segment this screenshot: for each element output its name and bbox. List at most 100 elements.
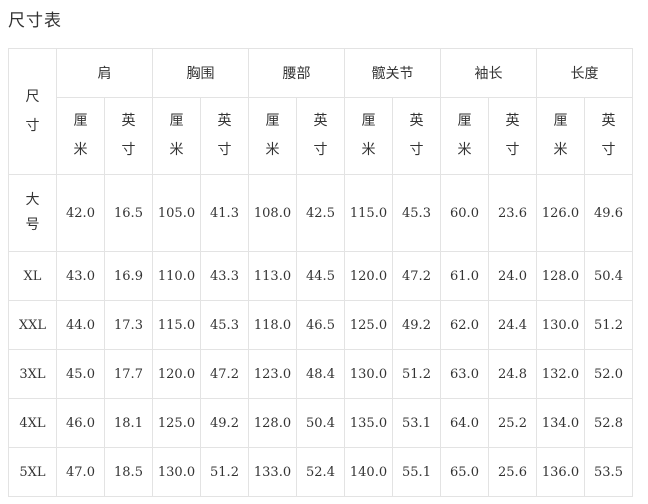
group-header-shoulder: 肩 [56,48,153,98]
value-cell-cm: 105.0 [152,174,201,252]
group-header-chest: 胸围 [152,48,249,98]
unit-char: 寸 [409,142,424,158]
unit-header-cm: 厘米 [152,97,201,175]
value-cell-cm: 47.0 [56,447,105,497]
unit-char: 厘 [169,113,184,129]
page-title: 尺寸表 [8,11,62,31]
size-header-char: 寸 [25,117,40,134]
unit-header-cm: 厘米 [440,97,489,175]
unit-header-inch: 英寸 [104,97,153,175]
unit-header-inch: 英寸 [392,97,441,175]
value-cell-cm: 45.0 [56,349,105,399]
table-row: 大号 42.0 16.5 105.0 41.3 108.0 42.5 115.0 45.3 60.… [8,174,633,252]
unit-header-inch: 英寸 [296,97,345,175]
value-cell-inch: 24.4 [488,300,537,350]
value-cell-cm: 134.0 [536,398,585,448]
value-cell-cm: 136.0 [536,447,585,497]
value-cell-cm: 113.0 [248,251,297,301]
unit-header-inch: 英寸 [584,97,633,175]
unit-header-inch: 英寸 [200,97,249,175]
value-cell-inch: 24.0 [488,251,537,301]
value-cell-inch: 49.2 [392,300,441,350]
size-label-cell: 大号 [8,174,57,252]
value-cell-inch: 25.2 [488,398,537,448]
size-label-char: 大 [25,192,40,208]
value-cell-cm: 132.0 [536,349,585,399]
value-cell-cm: 43.0 [56,251,105,301]
value-cell-cm: 61.0 [440,251,489,301]
header-row-groups: 尺 寸 肩 胸围 腰部 髋关节 袖长 长度 [8,48,633,175]
value-cell-cm: 108.0 [248,174,297,252]
unit-char: 厘 [457,113,472,129]
value-cell-inch: 51.2 [200,447,249,497]
value-cell-cm: 65.0 [440,447,489,497]
value-cell-cm: 44.0 [56,300,105,350]
value-cell-inch: 17.3 [104,300,153,350]
unit-char: 寸 [601,142,616,158]
value-cell-inch: 49.2 [200,398,249,448]
size-chart-table: 尺 寸 肩 胸围 腰部 髋关节 袖长 长度 厘米英寸厘米英寸厘米英寸厘米英寸厘米… [8,48,633,497]
unit-char: 米 [265,142,280,158]
unit-char: 寸 [217,142,232,158]
unit-char: 米 [361,142,376,158]
unit-char: 英 [313,113,328,129]
value-cell-cm: 126.0 [536,174,585,252]
unit-char: 英 [505,113,520,129]
size-label-cell: XXL [8,300,57,350]
size-label-char: 号 [25,217,40,233]
unit-char: 厘 [265,113,280,129]
group-header-waist: 腰部 [248,48,345,98]
value-cell-inch: 41.3 [200,174,249,252]
value-cell-cm: 130.0 [536,300,585,350]
value-cell-inch: 55.1 [392,447,441,497]
value-cell-inch: 45.3 [200,300,249,350]
value-cell-inch: 51.2 [584,300,633,350]
value-cell-inch: 51.2 [392,349,441,399]
value-cell-cm: 125.0 [152,398,201,448]
value-cell-cm: 60.0 [440,174,489,252]
unit-char: 米 [457,142,472,158]
size-header-cell: 尺 寸 [8,48,57,175]
value-cell-cm: 120.0 [344,251,393,301]
value-cell-inch: 16.9 [104,251,153,301]
value-cell-inch: 47.2 [200,349,249,399]
value-cell-inch: 18.5 [104,447,153,497]
value-cell-cm: 118.0 [248,300,297,350]
group-header-length: 长度 [536,48,633,98]
value-cell-inch: 42.5 [296,174,345,252]
unit-header-cm: 厘米 [248,97,297,175]
header-row-units: 厘米英寸厘米英寸厘米英寸厘米英寸厘米英寸厘米英寸 [9,97,633,175]
size-label-cell: 4XL [8,398,57,448]
table-row: 4XL 46.0 18.1 125.0 49.2 128.0 50.4 135.0 53.1 64… [8,398,633,448]
size-label-cell: XL [8,251,57,301]
value-cell-cm: 125.0 [344,300,393,350]
value-cell-cm: 110.0 [152,251,201,301]
value-cell-cm: 130.0 [152,447,201,497]
value-cell-cm: 128.0 [536,251,585,301]
value-cell-inch: 18.1 [104,398,153,448]
value-cell-inch: 53.5 [584,447,633,497]
unit-char: 厘 [361,113,376,129]
value-cell-inch: 46.5 [296,300,345,350]
unit-char: 寸 [505,142,520,158]
value-cell-inch: 53.1 [392,398,441,448]
unit-header-cm: 厘米 [344,97,393,175]
value-cell-inch: 17.7 [104,349,153,399]
table-row: 3XL 45.0 17.7 120.0 47.2 123.0 48.4 130.0 51.2 63… [8,349,633,399]
value-cell-cm: 140.0 [344,447,393,497]
table-row: XL 43.0 16.9 110.0 43.3 113.0 44.5 120.0 47.2 61.… [8,251,633,301]
value-cell-inch: 44.5 [296,251,345,301]
value-cell-inch: 49.6 [584,174,633,252]
value-cell-inch: 50.4 [584,251,633,301]
value-cell-cm: 42.0 [56,174,105,252]
value-cell-inch: 45.3 [392,174,441,252]
value-cell-cm: 64.0 [440,398,489,448]
value-cell-cm: 123.0 [248,349,297,399]
value-cell-inch: 52.8 [584,398,633,448]
unit-header-cm: 厘米 [536,97,585,175]
unit-char: 米 [553,142,568,158]
value-cell-cm: 120.0 [152,349,201,399]
value-cell-cm: 130.0 [344,349,393,399]
unit-header-inch: 英寸 [488,97,537,175]
unit-char: 英 [409,113,424,129]
